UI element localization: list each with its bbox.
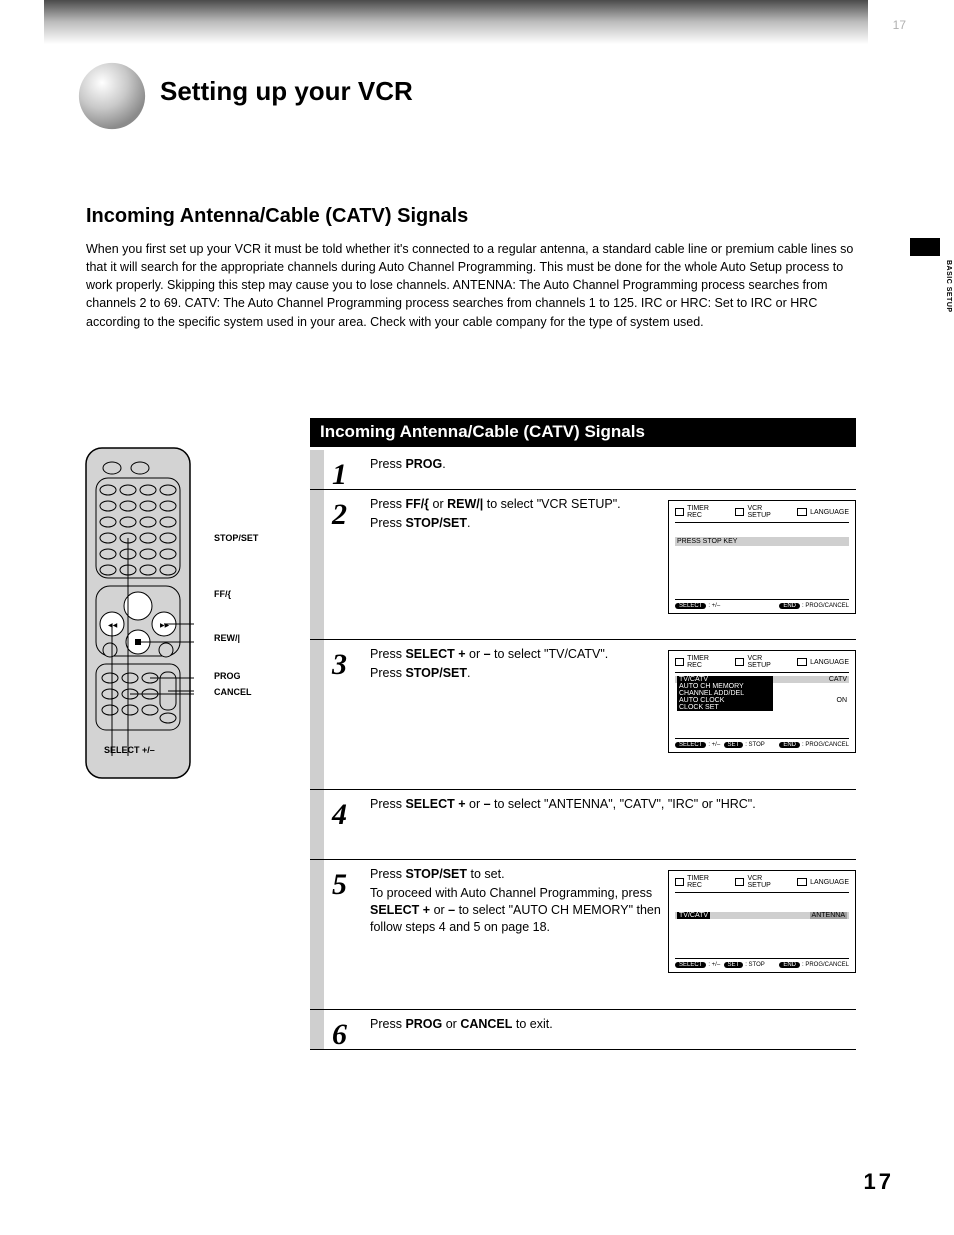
intro-paragraph: When you first set up your VCR it must b… [86, 240, 856, 331]
step-row: 5 Press STOP/SET to set. To proceed with… [310, 860, 856, 1010]
step-subtext: Press STOP/SET. [370, 515, 670, 532]
step-text: Press PROG or CANCEL to exit. [370, 1016, 850, 1033]
chapter-title: Setting up your VCR [160, 76, 413, 107]
svg-text:◀◀: ◀◀ [108, 623, 118, 629]
sphere-bullet-icon [76, 60, 148, 132]
header-page-indicator: 17 [893, 18, 906, 32]
step-number: 6 [332, 1018, 347, 1052]
side-tab-marker [910, 238, 940, 256]
step-number: 2 [332, 498, 347, 532]
remote-label-cancel: CANCEL [214, 688, 252, 697]
remote-icon: ◀◀ ▶▶ [82, 446, 194, 782]
remote-label-stop-set: STOP/SET [214, 534, 258, 543]
step-row: 6 Press PROG or CANCEL to exit. [310, 1010, 856, 1050]
page-number: 17 [864, 1169, 894, 1195]
remote-label-ff: FF/{ [214, 590, 231, 599]
step-row: 1 Press PROG. [310, 450, 856, 490]
remote-control-diagram: ◀◀ ▶▶ STOP/SET FF/{ REW/| PROG CANCEL SE… [82, 446, 296, 782]
osd-screen-list: TIMER REC VCR SETUP LANGUAGE TV/CATVCATV… [668, 650, 856, 753]
step-number: 1 [332, 458, 347, 492]
steps-column: 1 Press PROG. 2 Press FF/{ or REW/| to s… [310, 450, 856, 1050]
step-text: Press FF/{ or REW/| to select "VCR SETUP… [370, 496, 670, 513]
step-subtext: To proceed with Auto Channel Programming… [370, 885, 670, 936]
step-number: 3 [332, 648, 347, 682]
procedure-header: Incoming Antenna/Cable (CATV) Signals [310, 418, 856, 447]
remote-label-prog: PROG [214, 672, 241, 681]
section-title: Incoming Antenna/Cable (CATV) Signals [86, 205, 468, 228]
remote-label-select: SELECT +/– [104, 746, 155, 755]
osd-screen-top: TIMER REC VCR SETUP LANGUAGE PRESS STOP … [668, 500, 856, 614]
remote-label-rew: REW/| [214, 634, 240, 643]
step-row: 2 Press FF/{ or REW/| to select "VCR SET… [310, 490, 856, 640]
step-number: 4 [332, 798, 347, 832]
step-number: 5 [332, 868, 347, 902]
step-subtext: Press STOP/SET. [370, 665, 670, 682]
osd-screen-single: TIMER REC VCR SETUP LANGUAGE TV/CATVANTE… [668, 870, 856, 973]
step-text: Press PROG. [370, 456, 850, 473]
step-text: Press SELECT + or – to select "TV/CATV". [370, 646, 670, 663]
side-tab-label: BASIC SETUP [936, 260, 952, 313]
step-text: Press STOP/SET to set. [370, 866, 670, 883]
top-gradient-bar [44, 0, 868, 44]
step-row: 3 Press SELECT + or – to select "TV/CATV… [310, 640, 856, 790]
step-text: Press SELECT + or – to select "ANTENNA",… [370, 796, 850, 813]
step-row: 4 Press SELECT + or – to select "ANTENNA… [310, 790, 856, 860]
